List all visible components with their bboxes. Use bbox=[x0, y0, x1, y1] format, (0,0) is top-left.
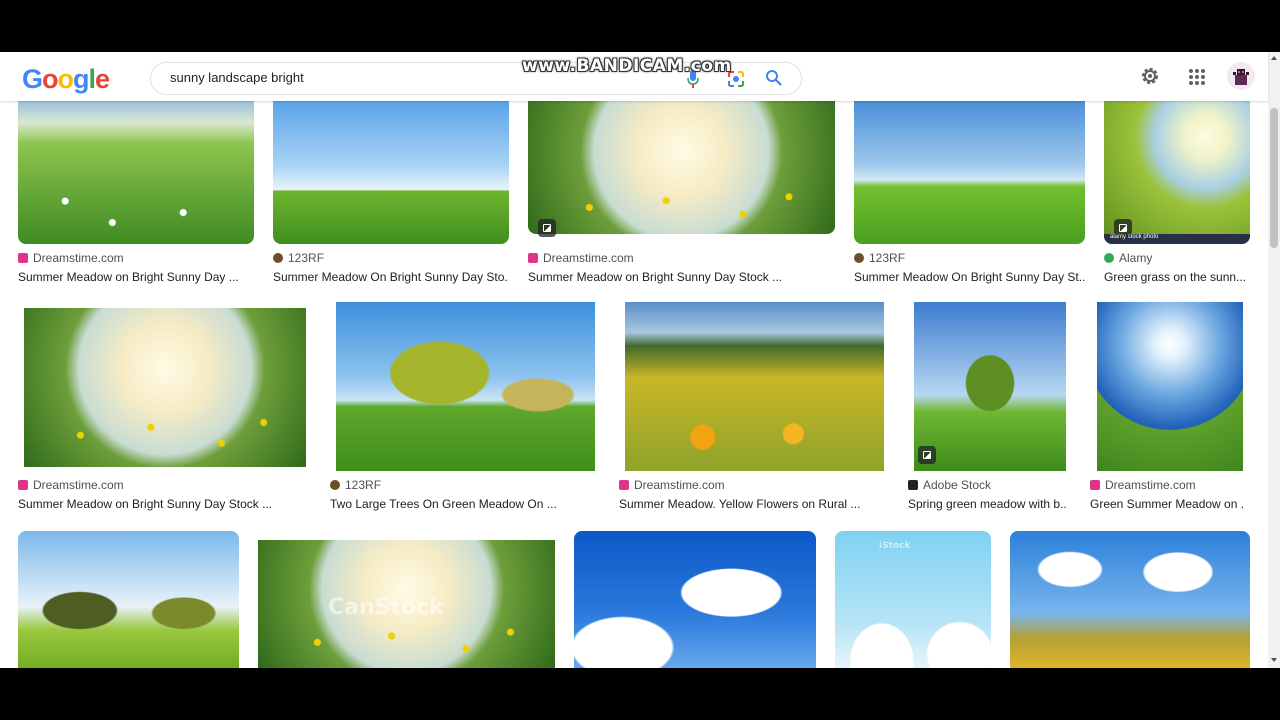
recorder-watermark: www.BANDICAM.com bbox=[522, 56, 732, 76]
result-title[interactable]: Spring green meadow with b... bbox=[908, 497, 1066, 511]
scroll-up-arrow-icon[interactable] bbox=[1271, 56, 1277, 60]
result-source[interactable]: Dreamstime.com bbox=[1090, 478, 1196, 492]
image-badge-icon bbox=[918, 446, 936, 464]
image-result[interactable]: 123RF Two Large Trees On Green Meadow On… bbox=[330, 302, 596, 517]
result-thumbnail[interactable] bbox=[914, 302, 1066, 471]
settings-gear-icon[interactable] bbox=[1140, 66, 1160, 86]
result-thumbnail[interactable] bbox=[336, 302, 595, 471]
image-result[interactable] bbox=[1010, 531, 1250, 668]
image-result[interactable]: Adobe Stock Spring green meadow with b..… bbox=[908, 302, 1066, 517]
logo-letter: e bbox=[95, 64, 110, 94]
logo-letter: o bbox=[57, 64, 74, 94]
scrollbar[interactable] bbox=[1268, 52, 1280, 668]
image-result[interactable]: Dreamstime.com Summer Meadow. Yellow Flo… bbox=[619, 302, 884, 517]
result-source[interactable]: Adobe Stock bbox=[908, 478, 991, 492]
result-source[interactable]: Alamy bbox=[1104, 251, 1152, 265]
result-title[interactable]: Summer Meadow on Bright Sunny Day ... bbox=[18, 270, 254, 284]
scrollbar-thumb[interactable] bbox=[1270, 108, 1278, 248]
search-icon[interactable] bbox=[765, 69, 783, 87]
scroll-down-arrow-icon[interactable] bbox=[1271, 658, 1277, 662]
result-source[interactable]: Dreamstime.com bbox=[18, 478, 124, 492]
alamy-icon bbox=[1104, 253, 1114, 263]
dreamstime-icon bbox=[18, 480, 28, 490]
image-result[interactable]: CanStock bbox=[258, 531, 555, 668]
result-title[interactable]: Green grass on the sunn... bbox=[1104, 270, 1250, 284]
result-title[interactable]: Summer Meadow on Bright Sunny Day Stock … bbox=[18, 497, 306, 511]
logo-letter: G bbox=[22, 64, 43, 94]
dreamstime-icon bbox=[1090, 480, 1100, 490]
image-result[interactable]: Dreamstime.com Summer Meadow on Bright S… bbox=[18, 101, 254, 291]
result-thumbnail[interactable] bbox=[528, 101, 835, 234]
apps-grid-icon[interactable] bbox=[1188, 68, 1206, 86]
logo-letter: o bbox=[42, 64, 58, 94]
result-thumbnail[interactable] bbox=[1097, 302, 1243, 471]
123rf-icon bbox=[854, 253, 864, 263]
image-result[interactable]: alamy stock photo Alamy Green grass on t… bbox=[1104, 101, 1250, 291]
result-title[interactable]: Summer Meadow on Bright Sunny Day Stock … bbox=[528, 270, 835, 284]
result-source[interactable]: 123RF bbox=[330, 478, 381, 492]
account-avatar[interactable] bbox=[1227, 62, 1255, 90]
result-source[interactable]: Dreamstime.com bbox=[619, 478, 725, 492]
alamy-watermark-text: alamy stock photo bbox=[1110, 234, 1159, 240]
result-source[interactable]: 123RF bbox=[273, 251, 324, 265]
image-result[interactable]: iStock bbox=[835, 531, 991, 668]
result-title[interactable]: Summer Meadow On Bright Sunny Day St... bbox=[854, 270, 1085, 284]
image-result[interactable]: 123RF Summer Meadow On Bright Sunny Day … bbox=[273, 101, 509, 291]
result-title[interactable]: Two Large Trees On Green Meadow On ... bbox=[330, 497, 596, 511]
result-thumbnail[interactable] bbox=[18, 101, 254, 244]
logo-letter: g bbox=[73, 64, 89, 94]
result-thumbnail[interactable] bbox=[854, 101, 1085, 244]
browser-viewport: Google sunny landscape bright Dreamstime… bbox=[0, 52, 1280, 668]
image-result[interactable]: 123RF Summer Meadow On Bright Sunny Day … bbox=[854, 101, 1085, 291]
result-thumbnail[interactable] bbox=[835, 531, 991, 668]
letterbox-top bbox=[0, 0, 1280, 52]
result-thumbnail[interactable] bbox=[18, 531, 239, 668]
result-title[interactable]: Summer Meadow. Yellow Flowers on Rural .… bbox=[619, 497, 884, 511]
search-input[interactable]: sunny landscape bright bbox=[170, 70, 304, 85]
result-thumbnail[interactable] bbox=[273, 101, 509, 244]
image-result[interactable]: Dreamstime.com Green Summer Meadow on ..… bbox=[1090, 302, 1243, 517]
avatar-icon bbox=[1233, 69, 1249, 85]
dreamstime-icon bbox=[18, 253, 28, 263]
letterbox-bottom bbox=[0, 668, 1280, 720]
123rf-icon bbox=[273, 253, 283, 263]
adobe-stock-icon bbox=[908, 480, 918, 490]
result-thumbnail[interactable] bbox=[24, 308, 306, 467]
result-source[interactable]: Dreamstime.com bbox=[528, 251, 634, 265]
image-result[interactable] bbox=[18, 531, 239, 668]
image-badge-icon bbox=[538, 219, 556, 237]
result-title[interactable]: Green Summer Meadow on ... bbox=[1090, 497, 1243, 511]
result-source[interactable]: Dreamstime.com bbox=[18, 251, 124, 265]
result-thumbnail[interactable] bbox=[574, 531, 816, 668]
result-source[interactable]: 123RF bbox=[854, 251, 905, 265]
image-result[interactable] bbox=[574, 531, 816, 668]
image-result[interactable]: Dreamstime.com Summer Meadow on Bright S… bbox=[18, 302, 306, 517]
image-result[interactable]: Dreamstime.com Summer Meadow on Bright S… bbox=[528, 101, 835, 291]
123rf-icon bbox=[330, 480, 340, 490]
google-logo[interactable]: Google bbox=[22, 64, 110, 94]
result-thumbnail[interactable] bbox=[625, 302, 884, 471]
dreamstime-icon bbox=[528, 253, 538, 263]
result-title[interactable]: Summer Meadow On Bright Sunny Day Sto... bbox=[273, 270, 509, 284]
istock-watermark: iStock bbox=[879, 541, 911, 551]
dreamstime-icon bbox=[619, 480, 629, 490]
result-thumbnail[interactable] bbox=[1010, 531, 1250, 668]
canstock-watermark: CanStock bbox=[328, 595, 444, 620]
